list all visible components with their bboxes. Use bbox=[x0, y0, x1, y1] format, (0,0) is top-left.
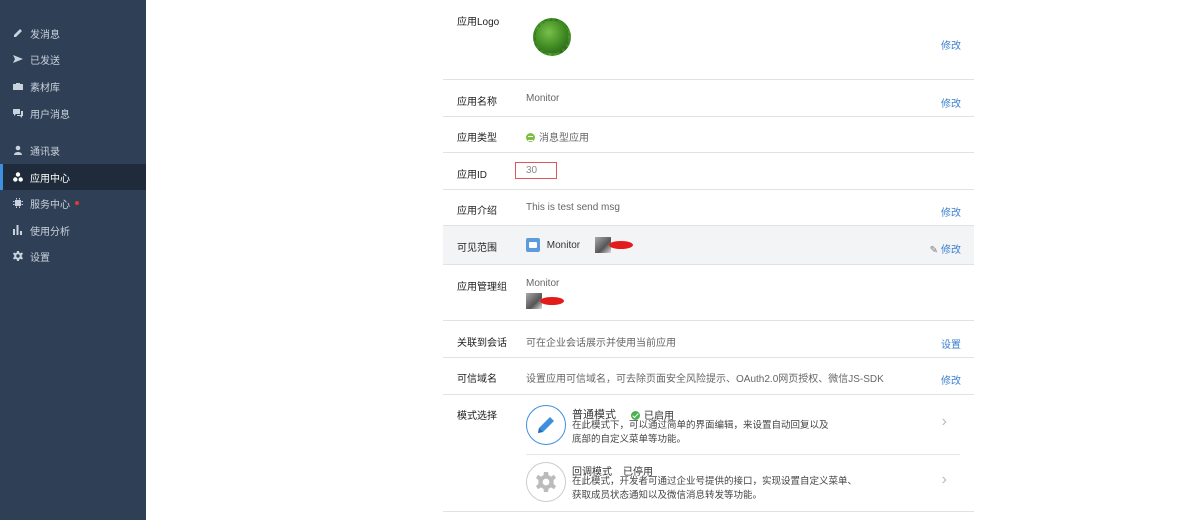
sidebar-item-settings[interactable]: 设置 bbox=[0, 243, 146, 269]
settings-icon bbox=[13, 251, 23, 261]
mode-select-row: 模式选择 普通模式 已启用 在此模式下，可以通过简单的界面编辑，来设置自动回复以… bbox=[443, 395, 974, 512]
folder-icon bbox=[526, 238, 540, 252]
field-label: 关联到会话 bbox=[457, 338, 507, 349]
sidebar-item-label: 通讯录 bbox=[30, 146, 60, 158]
send-icon bbox=[13, 54, 23, 64]
sidebar-item-analytics[interactable]: 使用分析 bbox=[0, 217, 146, 243]
edit-domain-link[interactable]: 修改 bbox=[941, 372, 961, 387]
edit-scope-link[interactable]: ✎ 修改 bbox=[930, 241, 961, 256]
briefcase-icon bbox=[13, 81, 23, 91]
normal-mode-desc: 在此模式下，可以通过简单的界面编辑，来设置自动回复以及底部的自定义菜单等功能。 bbox=[572, 420, 829, 445]
notification-dot bbox=[75, 201, 79, 205]
app-intro-value: This is test send msg bbox=[526, 202, 620, 213]
edit-name-link[interactable]: 修改 bbox=[941, 95, 961, 110]
sidebar-item-label: 素材库 bbox=[30, 82, 60, 94]
sidebar-item-label: 发消息 bbox=[30, 29, 60, 41]
field-label: 应用Logo bbox=[457, 17, 500, 28]
sidebar-item-materials[interactable]: 素材库 bbox=[0, 73, 146, 99]
field-label: 模式选择 bbox=[457, 411, 497, 422]
pencil-icon bbox=[526, 405, 566, 445]
scope-department: Monitor bbox=[546, 239, 581, 251]
sidebar-item-label: 应用中心 bbox=[30, 173, 70, 185]
gear-chip-icon bbox=[13, 198, 23, 208]
user-icon bbox=[13, 145, 23, 155]
link-session-row: 关联到会话 可在企业会话展示并使用当前应用 设置 bbox=[443, 321, 974, 358]
sidebar-item-user-messages[interactable]: 用户消息 bbox=[0, 100, 146, 126]
edit-intro-link[interactable]: 修改 bbox=[941, 204, 961, 219]
redaction-mark bbox=[540, 297, 564, 305]
admin-group-row: 应用管理组 Monitor bbox=[443, 265, 974, 321]
apps-icon bbox=[13, 172, 23, 182]
trusted-domain-row: 可信域名 设置应用可信域名，可去除页面安全风险提示、OAuth2.0网页授权、微… bbox=[443, 358, 974, 395]
field-label: 可信域名 bbox=[457, 374, 497, 385]
field-label: 应用管理组 bbox=[457, 282, 507, 293]
scope-members: Monitor bbox=[526, 237, 633, 253]
sidebar-item-sent[interactable]: 已发送 bbox=[0, 46, 146, 72]
admin-group-name: Monitor bbox=[526, 278, 560, 289]
field-label: 应用ID bbox=[457, 170, 487, 181]
sidebar-item-app-center[interactable]: 应用中心 bbox=[0, 164, 146, 190]
sidebar-item-send-message[interactable]: 发消息 bbox=[0, 20, 146, 46]
field-label: 应用类型 bbox=[457, 133, 497, 144]
mode-divider bbox=[526, 454, 960, 455]
domain-desc: 设置应用可信域名，可去除页面安全风险提示、OAuth2.0网页授权、微信JS-S… bbox=[526, 374, 884, 385]
sidebar-item-label: 设置 bbox=[30, 252, 50, 264]
session-desc: 可在企业会话展示并使用当前应用 bbox=[526, 338, 676, 349]
message-app-icon bbox=[526, 133, 535, 142]
app-detail-panel: 应用Logo 修改 应用名称 Monitor 修改 应用类型 消息型应用 应用I… bbox=[443, 0, 974, 520]
pencil-icon: ✎ bbox=[929, 245, 938, 256]
field-label: 可见范围 bbox=[457, 243, 497, 254]
edit-logo-link[interactable]: 修改 bbox=[941, 37, 961, 52]
session-settings-link[interactable]: 设置 bbox=[941, 336, 961, 351]
callback-mode-desc: 在此模式，开发者可通过企业号提供的接口，实现设置自定义菜单、获取成员状态通知以及… bbox=[572, 476, 858, 501]
app-type-text: 消息型应用 bbox=[539, 133, 589, 144]
edit-scope-label: 修改 bbox=[941, 245, 961, 256]
sidebar-item-label: 已发送 bbox=[30, 55, 60, 67]
field-label: 应用名称 bbox=[457, 97, 497, 108]
app-name-value: Monitor bbox=[526, 93, 560, 104]
app-logo-row: 应用Logo 修改 bbox=[443, 0, 974, 80]
sidebar-item-label: 服务中心 bbox=[30, 199, 70, 211]
app-name-row: 应用名称 Monitor 修改 bbox=[443, 80, 974, 117]
chevron-right-icon: › bbox=[941, 471, 947, 488]
sidebar: 发消息 已发送 素材库 用户消息 通讯录 应用中心 服务中心 使用分析 设置 bbox=[0, 0, 146, 520]
chevron-right-icon: › bbox=[941, 413, 947, 430]
app-type-row: 应用类型 消息型应用 bbox=[443, 117, 974, 153]
app-type-value: 消息型应用 bbox=[526, 129, 589, 144]
app-intro-row: 应用介绍 This is test send msg 修改 bbox=[443, 190, 974, 226]
field-label: 应用介绍 bbox=[457, 206, 497, 217]
visible-scope-row: 可见范围 Monitor ✎ 修改 bbox=[443, 226, 974, 265]
sidebar-item-service-center[interactable]: 服务中心 bbox=[0, 190, 146, 216]
pencil-icon bbox=[13, 28, 23, 38]
admin-member bbox=[526, 293, 564, 309]
chat-icon bbox=[13, 108, 23, 118]
bar-chart-icon bbox=[13, 225, 23, 235]
gear-icon bbox=[526, 462, 566, 502]
redaction-mark bbox=[608, 241, 633, 249]
sidebar-item-label: 使用分析 bbox=[30, 226, 70, 238]
sidebar-item-label: 用户消息 bbox=[30, 109, 70, 121]
app-logo-image bbox=[533, 18, 571, 56]
sidebar-item-contacts[interactable]: 通讯录 bbox=[0, 137, 146, 163]
app-id-value: 30 bbox=[515, 162, 557, 179]
